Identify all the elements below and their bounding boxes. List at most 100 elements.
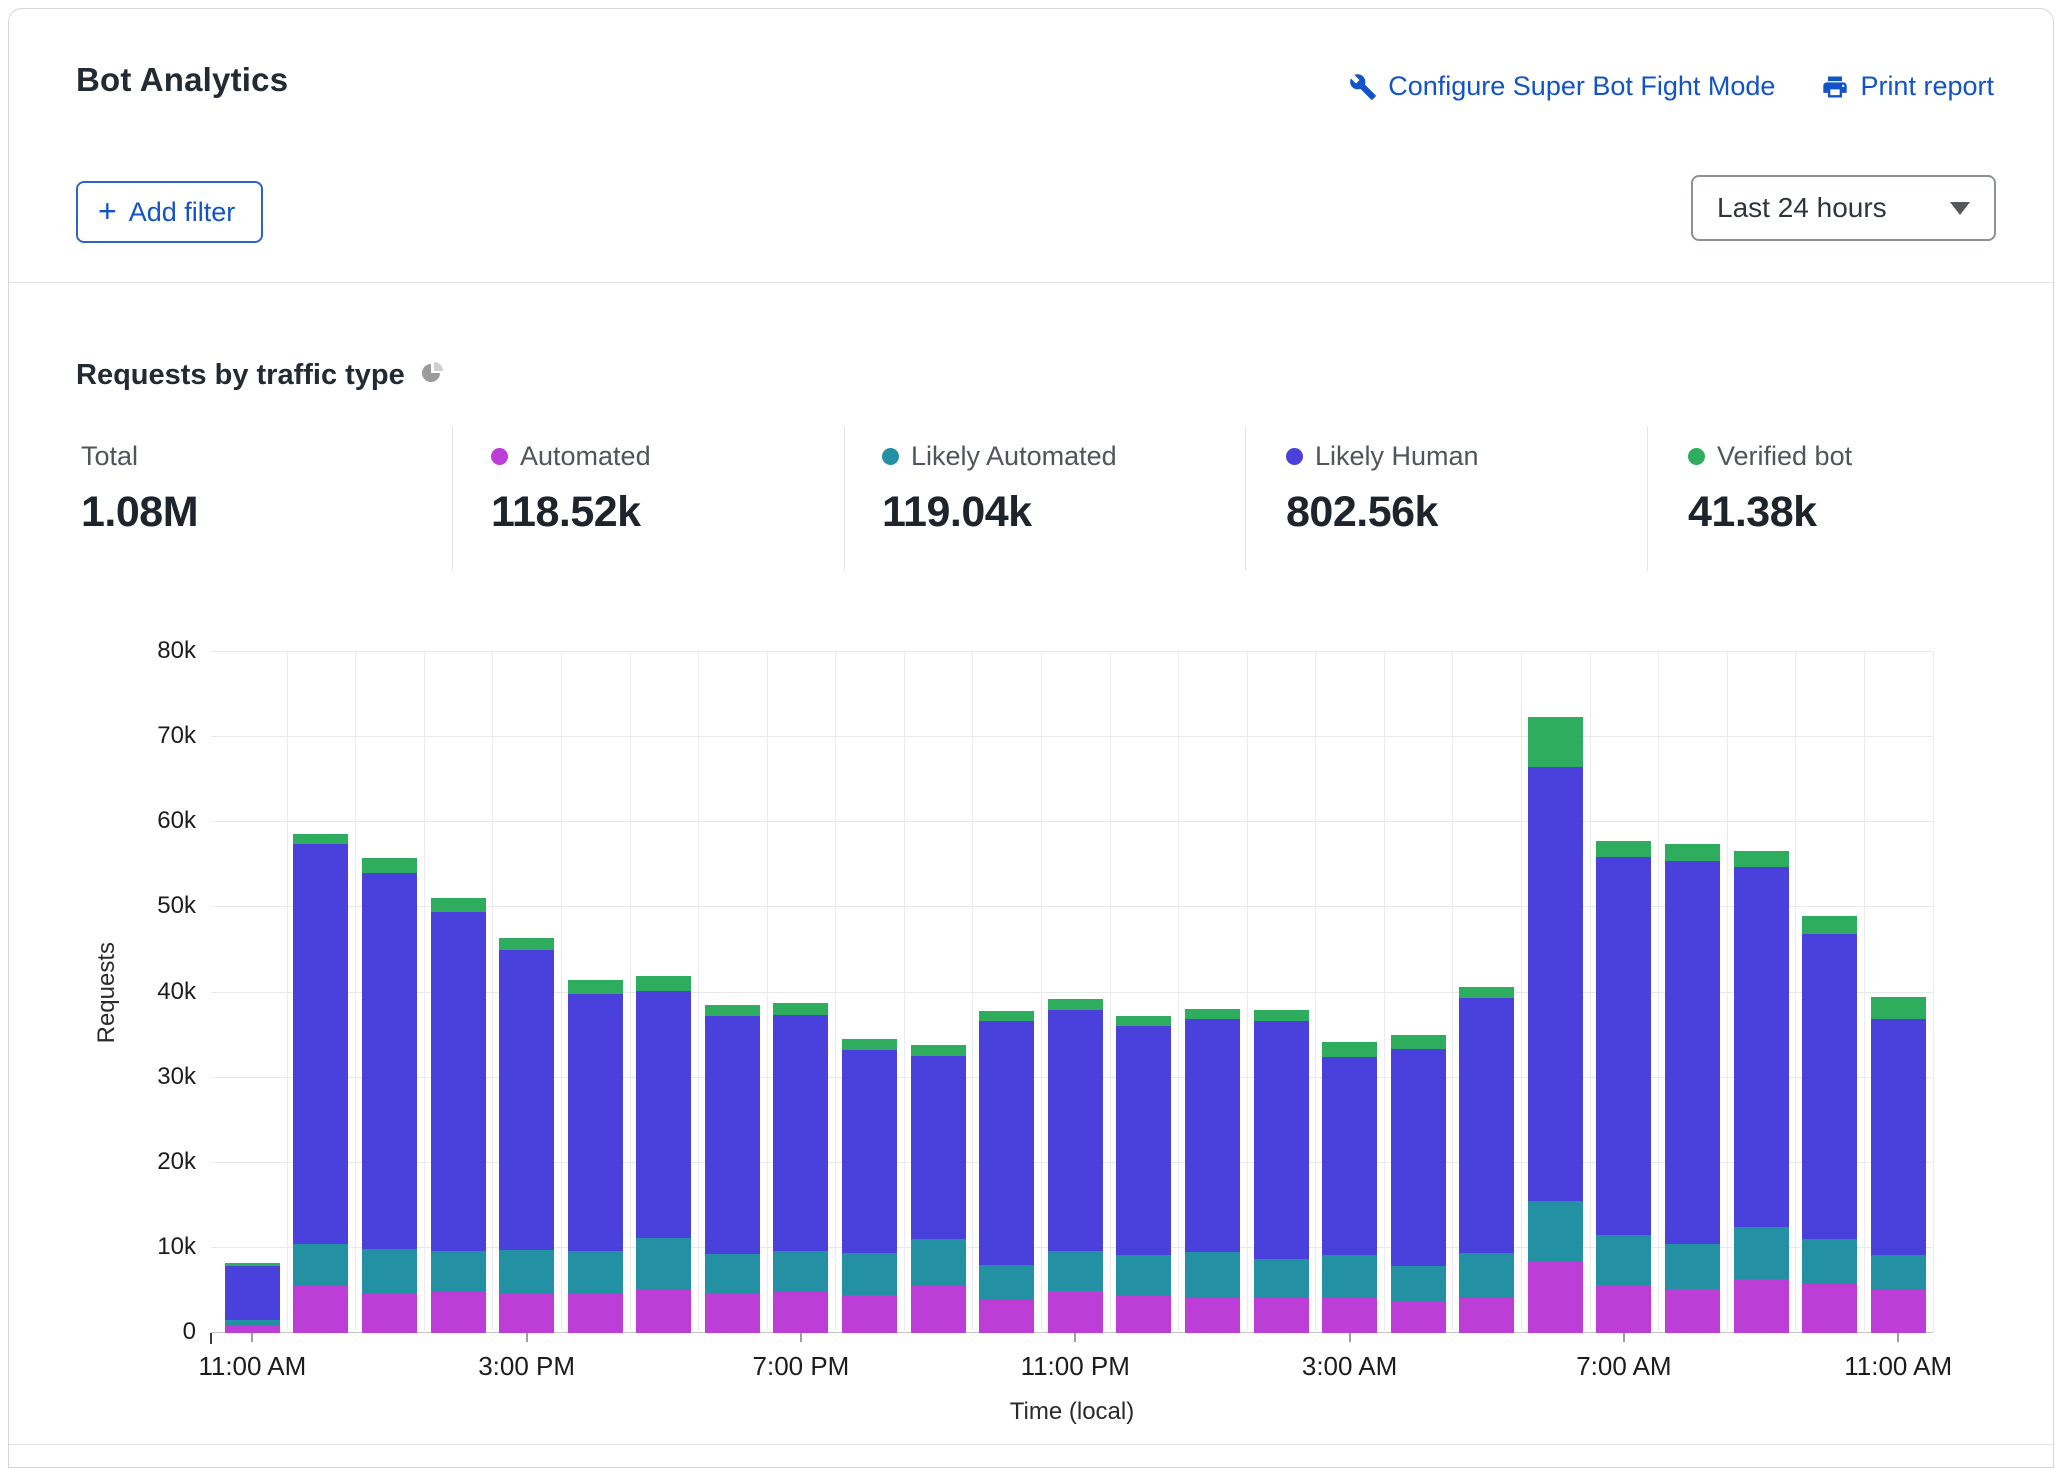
bar-segment-verified-bot[interactable]	[979, 1011, 1034, 1021]
bar-11-00-am[interactable]	[225, 1263, 280, 1333]
bar-segment-verified-bot[interactable]	[1802, 916, 1857, 934]
bar-segment-likely-human[interactable]	[1734, 867, 1789, 1226]
bar-segment-likely-human[interactable]	[499, 950, 554, 1250]
bar-5-00-pm[interactable]	[636, 975, 691, 1333]
bar-segment-automated[interactable]	[1048, 1291, 1103, 1333]
bar-segment-likely-automated[interactable]	[293, 1244, 348, 1286]
print-report-link[interactable]: Print report	[1821, 71, 1994, 102]
add-filter-button[interactable]: + Add filter	[76, 181, 263, 243]
bar-segment-automated[interactable]	[842, 1295, 897, 1333]
bar-10-00-am[interactable]	[1802, 916, 1857, 1333]
bar-segment-verified-bot[interactable]	[1391, 1035, 1446, 1049]
bar-9-00-am[interactable]	[1734, 851, 1789, 1333]
bar-7-00-am[interactable]	[1596, 841, 1651, 1333]
bar-1-00-pm[interactable]	[362, 858, 417, 1333]
bar-11-00-pm[interactable]	[1048, 999, 1103, 1333]
bar-segment-likely-human[interactable]	[431, 912, 486, 1251]
bar-segment-automated[interactable]	[1185, 1298, 1240, 1333]
bar-segment-likely-human[interactable]	[1596, 857, 1651, 1235]
bar-segment-likely-automated[interactable]	[431, 1251, 486, 1292]
bar-12-00-pm[interactable]	[293, 834, 348, 1333]
bar-segment-likely-automated[interactable]	[1048, 1251, 1103, 1291]
bar-segment-likely-automated[interactable]	[979, 1265, 1034, 1300]
bar-segment-verified-bot[interactable]	[1116, 1016, 1171, 1026]
bar-segment-automated[interactable]	[225, 1326, 280, 1333]
bar-segment-likely-human[interactable]	[1528, 767, 1583, 1201]
bar-segment-verified-bot[interactable]	[1665, 844, 1720, 860]
bar-3-00-pm[interactable]	[499, 938, 554, 1333]
bar-segment-verified-bot[interactable]	[842, 1039, 897, 1049]
configure-super-bot-fight-mode-link[interactable]: Configure Super Bot Fight Mode	[1349, 71, 1775, 102]
bar-segment-automated[interactable]	[1322, 1298, 1377, 1333]
bar-segment-automated[interactable]	[1459, 1298, 1514, 1333]
bar-segment-automated[interactable]	[293, 1286, 348, 1333]
bar-segment-automated[interactable]	[1116, 1296, 1171, 1333]
bar-segment-verified-bot[interactable]	[293, 834, 348, 844]
time-range-select[interactable]: Last 24 hours	[1691, 175, 1996, 241]
bar-2-00-pm[interactable]	[431, 898, 486, 1333]
bar-segment-likely-human[interactable]	[1048, 1010, 1103, 1251]
bar-segment-likely-automated[interactable]	[568, 1251, 623, 1294]
bar-11-00-am[interactable]	[1871, 997, 1926, 1333]
bar-segment-verified-bot[interactable]	[1322, 1042, 1377, 1057]
bar-segment-likely-automated[interactable]	[911, 1239, 966, 1286]
bar-segment-verified-bot[interactable]	[1459, 987, 1514, 999]
bar-segment-verified-bot[interactable]	[1734, 851, 1789, 867]
bar-segment-automated[interactable]	[773, 1292, 828, 1333]
bar-3-00-am[interactable]	[1322, 1042, 1377, 1333]
bar-2-00-am[interactable]	[1254, 1010, 1309, 1333]
bar-segment-likely-automated[interactable]	[362, 1249, 417, 1293]
bar-segment-likely-human[interactable]	[568, 994, 623, 1251]
bar-6-00-am[interactable]	[1528, 717, 1583, 1333]
bar-segment-likely-automated[interactable]	[1802, 1239, 1857, 1283]
bar-segment-verified-bot[interactable]	[1871, 997, 1926, 1019]
bar-segment-likely-automated[interactable]	[1596, 1235, 1651, 1286]
bar-segment-automated[interactable]	[1665, 1289, 1720, 1333]
bar-segment-likely-human[interactable]	[225, 1266, 280, 1320]
bar-segment-likely-human[interactable]	[1802, 934, 1857, 1240]
bar-segment-likely-human[interactable]	[1459, 998, 1514, 1253]
bar-segment-likely-automated[interactable]	[1254, 1259, 1309, 1298]
bar-segment-verified-bot[interactable]	[568, 980, 623, 994]
bar-segment-automated[interactable]	[1734, 1279, 1789, 1333]
bar-segment-automated[interactable]	[431, 1292, 486, 1333]
bar-1-00-am[interactable]	[1185, 1009, 1240, 1333]
bar-segment-likely-human[interactable]	[842, 1050, 897, 1253]
bar-6-00-pm[interactable]	[705, 1005, 760, 1333]
bar-8-00-pm[interactable]	[842, 1039, 897, 1333]
bar-segment-likely-human[interactable]	[293, 844, 348, 1244]
bar-segment-verified-bot[interactable]	[1596, 841, 1651, 857]
bar-segment-likely-automated[interactable]	[773, 1251, 828, 1292]
bar-7-00-pm[interactable]	[773, 1003, 828, 1333]
bar-segment-automated[interactable]	[1596, 1286, 1651, 1333]
bar-segment-likely-human[interactable]	[362, 873, 417, 1249]
bar-segment-verified-bot[interactable]	[362, 858, 417, 872]
bar-segment-automated[interactable]	[1391, 1301, 1446, 1333]
bar-segment-likely-human[interactable]	[1254, 1021, 1309, 1259]
bar-segment-automated[interactable]	[1528, 1262, 1583, 1333]
bar-9-00-pm[interactable]	[911, 1045, 966, 1333]
bar-segment-automated[interactable]	[499, 1294, 554, 1333]
bar-segment-likely-automated[interactable]	[1459, 1253, 1514, 1298]
bar-segment-likely-human[interactable]	[773, 1015, 828, 1252]
bar-segment-likely-automated[interactable]	[499, 1250, 554, 1294]
bar-segment-likely-automated[interactable]	[636, 1238, 691, 1291]
bar-segment-likely-automated[interactable]	[705, 1254, 760, 1294]
bar-segment-verified-bot[interactable]	[911, 1045, 966, 1055]
bar-segment-automated[interactable]	[636, 1290, 691, 1333]
bar-segment-automated[interactable]	[705, 1294, 760, 1333]
bar-segment-verified-bot[interactable]	[636, 976, 691, 991]
bar-4-00-am[interactable]	[1391, 1035, 1446, 1333]
bar-segment-likely-human[interactable]	[636, 991, 691, 1238]
bar-segment-likely-human[interactable]	[1871, 1019, 1926, 1255]
bar-segment-automated[interactable]	[568, 1294, 623, 1333]
bar-segment-verified-bot[interactable]	[1048, 999, 1103, 1010]
bar-segment-automated[interactable]	[1871, 1290, 1926, 1333]
bar-segment-automated[interactable]	[1802, 1284, 1857, 1333]
bar-segment-likely-human[interactable]	[911, 1056, 966, 1240]
bar-segment-likely-human[interactable]	[1185, 1019, 1240, 1252]
bar-segment-likely-automated[interactable]	[1665, 1244, 1720, 1289]
bar-segment-verified-bot[interactable]	[499, 938, 554, 950]
bar-segment-automated[interactable]	[979, 1300, 1034, 1333]
bar-segment-automated[interactable]	[362, 1293, 417, 1333]
